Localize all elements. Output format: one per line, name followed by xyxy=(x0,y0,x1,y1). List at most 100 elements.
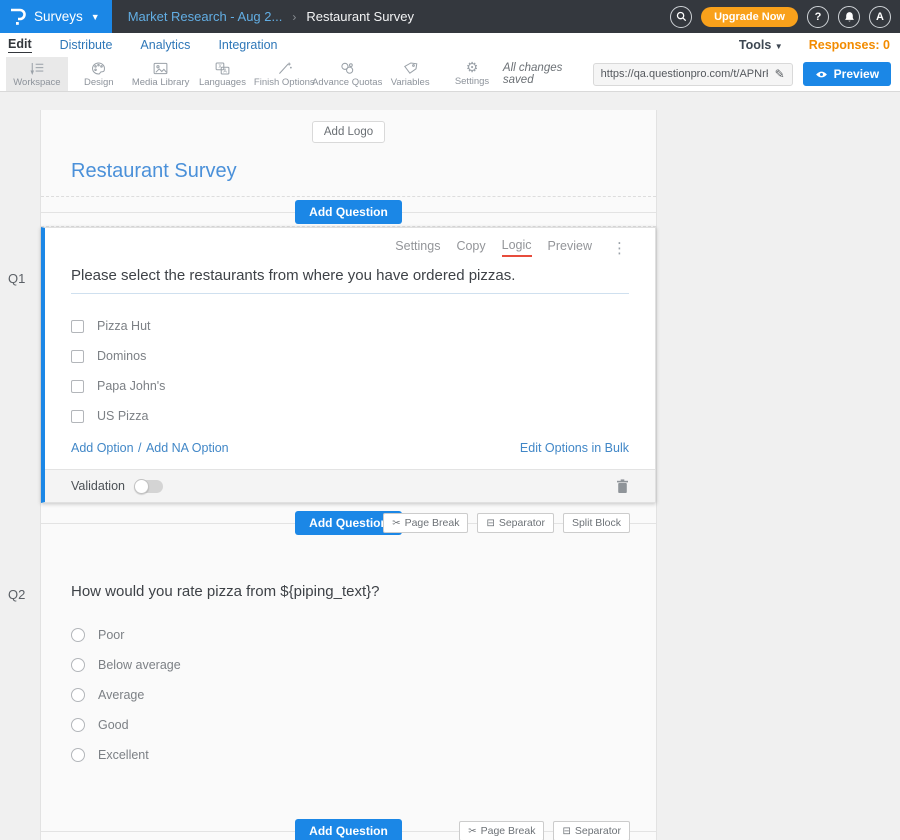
save-status: All changes saved xyxy=(503,62,583,86)
help-button[interactable]: ? xyxy=(807,6,829,28)
add-option-link[interactable]: Add Option xyxy=(71,441,134,455)
gear-icon: ⚙ xyxy=(466,61,479,75)
option-label[interactable]: Average xyxy=(98,688,144,702)
checkbox[interactable] xyxy=(71,320,84,333)
survey-title[interactable]: Restaurant Survey xyxy=(71,160,656,183)
tools-menu[interactable]: Tools ▼ xyxy=(739,38,783,52)
toolbar-right: All changes saved https://qa.questionpro… xyxy=(503,57,900,91)
separator-icon: ⊟ xyxy=(562,826,570,837)
breadcrumb: Market Research - Aug 2... › Restaurant … xyxy=(128,9,414,24)
question-footer: Validation xyxy=(45,469,655,502)
add-question-row-top: Add Question xyxy=(41,197,656,227)
radio-button[interactable] xyxy=(71,658,85,672)
responses-count[interactable]: Responses: 0 xyxy=(809,38,890,52)
survey-canvas: Add Logo Restaurant Survey Add Question … xyxy=(40,110,657,840)
option-row: Pizza Hut xyxy=(71,311,629,341)
option-row: Papa John's xyxy=(71,371,629,401)
toolbar-item-finish-options[interactable]: Finish Options xyxy=(253,57,315,91)
question-text-q1[interactable]: Please select the restaurants from where… xyxy=(71,267,629,284)
tab-question-copy[interactable]: Copy xyxy=(456,239,485,256)
preview-button[interactable]: Preview xyxy=(803,62,891,86)
toolbar-item-label: Finish Options xyxy=(254,77,315,88)
radio-button[interactable] xyxy=(71,688,85,702)
option-label[interactable]: Excellent xyxy=(98,748,149,762)
kebab-menu-icon[interactable]: ⋮ xyxy=(612,242,627,254)
delete-question-trash-icon[interactable] xyxy=(616,479,629,494)
option-label[interactable]: Below average xyxy=(98,658,181,672)
option-row: Poor xyxy=(71,620,630,650)
toolbar-item-languages[interactable]: X A Languages xyxy=(192,57,254,91)
edit-options-in-bulk-link[interactable]: Edit Options in Bulk xyxy=(520,441,629,455)
survey-url-field[interactable]: https://qa.questionpro.com/t/APNrFZgR ✎ xyxy=(593,63,793,86)
radio-button[interactable] xyxy=(71,748,85,762)
answer-options-q1: Pizza Hut Dominos Papa John's US Pizza xyxy=(71,311,629,431)
toolbar-item-variables[interactable]: Variables xyxy=(379,57,441,91)
media-library-icon xyxy=(152,61,169,76)
option-label[interactable]: Poor xyxy=(98,628,124,642)
toolbar-item-advance-quotas[interactable]: Advance Quotas xyxy=(315,57,379,91)
toolbar-item-label: Settings xyxy=(455,76,489,87)
tab-question-logic[interactable]: Logic xyxy=(502,238,532,257)
tab-question-settings[interactable]: Settings xyxy=(395,239,440,256)
toggle-knob xyxy=(134,479,149,494)
add-na-option-link[interactable]: Add NA Option xyxy=(146,441,229,455)
tab-integration[interactable]: Integration xyxy=(218,38,277,52)
edit-toolbar: Workspace Design Media Library X A Langu… xyxy=(0,57,900,92)
eye-icon xyxy=(815,70,828,79)
option-label[interactable]: Good xyxy=(98,718,129,732)
checkbox[interactable] xyxy=(71,350,84,363)
slash-separator: / xyxy=(138,441,141,455)
product-menu[interactable]: Surveys ▼ xyxy=(0,0,112,33)
separator-button[interactable]: ⊟Separator xyxy=(477,513,554,533)
checkbox[interactable] xyxy=(71,410,84,423)
toolbar-item-workspace[interactable]: Workspace xyxy=(6,57,68,91)
edit-url-pencil-icon[interactable]: ✎ xyxy=(775,67,785,81)
survey-header: Add Logo Restaurant Survey xyxy=(41,110,656,197)
question-text-underline xyxy=(71,293,629,294)
toolbar-item-label: Variables xyxy=(391,77,430,88)
option-label[interactable]: US Pizza xyxy=(97,409,148,423)
question-toolbar: Settings Copy Logic Preview ⋮ xyxy=(71,238,629,257)
validation-toggle[interactable] xyxy=(135,480,163,493)
option-row: Below average xyxy=(71,650,630,680)
page-break-button[interactable]: ✂Page Break xyxy=(383,513,468,533)
question-block-q1: Settings Copy Logic Preview ⋮ Please sel… xyxy=(41,227,656,503)
chain-links-icon xyxy=(339,61,356,76)
checkbox[interactable] xyxy=(71,380,84,393)
questionpro-logo-icon xyxy=(8,7,26,27)
separator-button[interactable]: ⊟Separator xyxy=(553,821,630,840)
notifications-button[interactable] xyxy=(838,6,860,28)
radio-button[interactable] xyxy=(71,718,85,732)
languages-icon: X A xyxy=(214,61,231,76)
option-label[interactable]: Papa John's xyxy=(97,379,165,393)
split-block-button[interactable]: Split Block xyxy=(563,513,630,533)
toolbar-item-settings[interactable]: ⚙ Settings xyxy=(441,57,503,91)
toolbar-item-label: Languages xyxy=(199,77,246,88)
option-row: US Pizza xyxy=(71,401,629,431)
option-row: Dominos xyxy=(71,341,629,371)
toolbar-item-label: Design xyxy=(84,77,114,88)
radio-button[interactable] xyxy=(71,628,85,642)
design-palette-icon xyxy=(90,61,107,76)
option-label[interactable]: Pizza Hut xyxy=(97,319,151,333)
add-question-row-bottom: Add Question ✂Page Break ⊟Separator xyxy=(41,812,656,840)
top-bar: Surveys ▼ Market Research - Aug 2... › R… xyxy=(0,0,900,33)
add-question-button[interactable]: Add Question xyxy=(295,819,402,840)
avatar[interactable]: A xyxy=(869,6,891,28)
tab-analytics[interactable]: Analytics xyxy=(140,38,190,52)
question-text-q2[interactable]: How would you rate pizza from ${piping_t… xyxy=(71,583,630,600)
toolbar-item-label: Workspace xyxy=(13,77,60,88)
tab-distribute[interactable]: Distribute xyxy=(60,38,113,52)
tab-edit[interactable]: Edit xyxy=(8,37,32,53)
search-button[interactable] xyxy=(670,6,692,28)
tab-question-preview[interactable]: Preview xyxy=(548,239,592,256)
option-row: Average xyxy=(71,680,630,710)
option-label[interactable]: Dominos xyxy=(97,349,146,363)
toolbar-item-media-library[interactable]: Media Library xyxy=(130,57,192,91)
toolbar-item-design[interactable]: Design xyxy=(68,57,130,91)
add-question-button[interactable]: Add Question xyxy=(295,200,402,224)
page-break-button[interactable]: ✂Page Break xyxy=(459,821,544,840)
breadcrumb-folder[interactable]: Market Research - Aug 2... xyxy=(128,9,283,24)
upgrade-now-button[interactable]: Upgrade Now xyxy=(701,7,798,27)
add-logo-button[interactable]: Add Logo xyxy=(312,121,385,143)
